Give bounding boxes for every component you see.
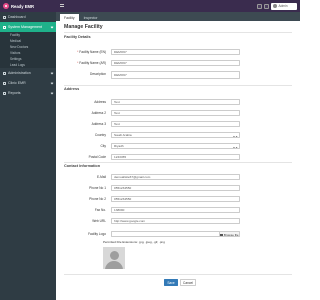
country-row: Country Saudi Arabia (64, 132, 292, 138)
brand-title: Ready EMR (11, 3, 35, 9)
notification-icon[interactable] (257, 3, 262, 9)
field-label: Phone No 1 (89, 186, 106, 190)
chevron-icon (50, 91, 54, 94)
user-name: Admin (278, 4, 288, 8)
topbar-actions: Admin (257, 2, 297, 10)
address3-input[interactable]: Test (111, 121, 240, 127)
phone1-row: Phone No 1 0551234550 (64, 185, 292, 191)
description-row: Description DEMO67 (64, 71, 292, 79)
page-title: Manage Facility (64, 24, 103, 30)
fax-input[interactable]: 138090 (111, 207, 240, 213)
message-icon[interactable] (264, 3, 269, 9)
city-select[interactable]: Riyadh (111, 143, 240, 149)
description-textarea[interactable]: DEMO67 (111, 71, 240, 79)
facility-logo-row: Facility Logo Browse file (64, 231, 292, 237)
main-content: Manage Facility Facility Details * Facil… (56, 21, 300, 300)
sidebar-item-administration[interactable]: Administration (0, 68, 56, 78)
field-label: Address (94, 100, 106, 104)
field-label: Address 2 (91, 111, 106, 115)
field-label: * Facility Name (AR) (77, 61, 106, 65)
sidebar-item-label: Dashboard (8, 15, 26, 19)
field-label: Phone No 2 (89, 197, 106, 201)
top-bar: Ready EMR Admin (0, 0, 300, 12)
chevron-icon (50, 81, 54, 84)
section-facility-details: Facility Details (64, 35, 91, 39)
tab-bar: Facility Inspector (56, 12, 300, 21)
user-menu[interactable]: Admin (271, 2, 297, 10)
divider (64, 274, 292, 275)
fax-row: Fax No. 138090 (64, 207, 292, 213)
email-row: E-Mail demoallsite67@gmail.com (64, 174, 292, 180)
dashboard-icon (3, 15, 6, 19)
section-address: Address (64, 87, 80, 91)
tab-inspector[interactable]: Inspector (80, 14, 102, 21)
divider (64, 162, 292, 163)
field-label: Fax No. (94, 208, 106, 212)
field-label: Country (94, 133, 106, 137)
cancel-button[interactable]: Cancel (180, 279, 196, 286)
brand-logo-icon (3, 3, 9, 9)
phone2-row: Phone No 2 0551234550 (64, 196, 292, 202)
phone1-input[interactable]: 0551234550 (111, 185, 240, 191)
facility-name-ar-input[interactable]: DEMO67 (111, 60, 240, 66)
country-select[interactable]: Saudi Arabia (111, 132, 240, 138)
sidebar-item-reports[interactable]: Reports (0, 88, 56, 98)
facility-name-ar-row: * Facility Name (AR) DEMO67 (64, 60, 292, 66)
logo-hint: Permitted File Extensions: .jpg, .jpeg, … (103, 240, 165, 244)
address2-input[interactable]: Test (111, 110, 240, 116)
sidebar-item-label: System Management (8, 25, 42, 29)
avatar-placeholder-icon (109, 251, 119, 260)
facility-name-row: * Facility Name (EN) DEMO67 (64, 49, 292, 55)
field-label: Address 3 (91, 122, 106, 126)
sidebar-item-clinic-emr[interactable]: Clinic EMR (0, 78, 56, 88)
field-label: Postal Code (88, 155, 106, 159)
sidebar-item-label: Reports (8, 91, 21, 95)
address1-input[interactable]: Test (111, 99, 240, 105)
field-label: Web URL (92, 219, 106, 223)
web-url-row: Web URL http://www.google.com (64, 218, 292, 224)
sidebar-item-dashboard[interactable]: Dashboard (0, 12, 56, 22)
phone2-input[interactable]: 0551234550 (111, 196, 240, 202)
sidebar-item-system-management[interactable]: System Management (0, 22, 56, 32)
divider (64, 32, 292, 33)
divider (64, 85, 292, 86)
settings-icon (3, 25, 6, 29)
logo-file-input[interactable]: Browse file (111, 231, 240, 237)
chevron-icon (50, 71, 54, 74)
field-label: Facility Logo (88, 232, 106, 236)
menu-toggle-icon[interactable] (60, 4, 64, 7)
city-row: City Riyadh (64, 143, 292, 149)
avatar (273, 4, 277, 8)
postal-code-row: Postal Code 1243455 (64, 154, 292, 160)
field-label: * Facility Name (EN) (77, 50, 106, 54)
postal-code-input[interactable]: 1243455 (111, 154, 240, 160)
reports-icon (3, 91, 6, 95)
sidebar-submenu: Facility Medical New Doctors Visitors Se… (0, 32, 56, 68)
sidebar-item-label: Clinic EMR (8, 81, 26, 85)
browse-button-label: Browse file (223, 232, 239, 237)
sidebar: Dashboard System Management Facility Med… (0, 12, 56, 300)
browse-button[interactable]: Browse file (219, 232, 239, 237)
email-field[interactable]: demoallsite67@gmail.com (111, 174, 240, 180)
logo-preview-image (103, 247, 125, 269)
chevron-down-icon (50, 25, 54, 28)
field-label: E-Mail (96, 175, 106, 179)
web-url-input[interactable]: http://www.google.com (111, 218, 240, 224)
avatar-placeholder-body (105, 261, 123, 269)
brand[interactable]: Ready EMR (0, 0, 56, 12)
address3-row: Address 3 Test (64, 121, 292, 127)
sidebar-item-label: Administration (8, 71, 31, 75)
field-label: City (100, 144, 107, 148)
admin-icon (3, 71, 6, 75)
tab-facility[interactable]: Facility (60, 14, 79, 21)
clinic-icon (3, 81, 6, 85)
section-contact: Contact Information (64, 164, 101, 168)
save-button[interactable]: Save (164, 279, 178, 286)
folder-icon (220, 233, 223, 236)
field-label: Description (90, 72, 106, 76)
address2-row: Address 2 Test (64, 110, 292, 116)
facility-name-input[interactable]: DEMO67 (111, 49, 240, 55)
address1-row: Address Test (64, 99, 292, 105)
